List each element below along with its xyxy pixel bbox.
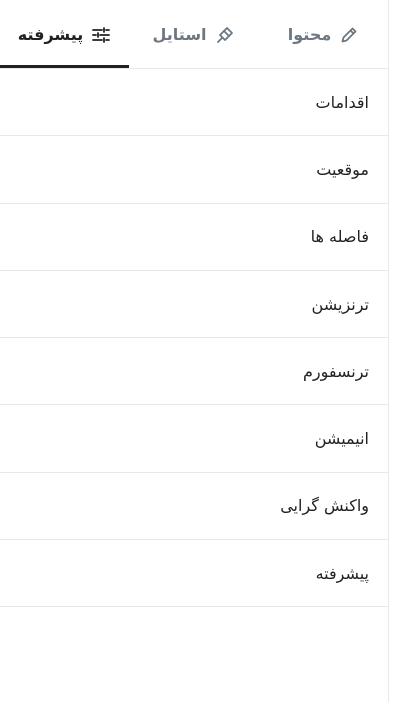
section-actions[interactable]: اقدامات (0, 69, 389, 137)
section-transition[interactable]: ترنزیشن (0, 271, 389, 339)
section-animation[interactable]: انیمیشن (0, 405, 389, 473)
section-label: فاصله ها (310, 227, 369, 247)
active-tab-indicator (0, 65, 129, 68)
section-position[interactable]: موقعیت (0, 136, 389, 204)
tab-advanced[interactable]: پیشرفته (0, 0, 129, 69)
section-label: انیمیشن (314, 429, 369, 449)
section-spacing[interactable]: فاصله ها (0, 204, 389, 271)
sliders-icon (91, 25, 111, 45)
panel-tabs: محتوا استایل پیشرفته (0, 0, 389, 69)
panel-divider (388, 0, 389, 702)
pencil-icon (339, 25, 359, 45)
section-label: واکنش گرایی (280, 496, 369, 516)
section-label: ترنسفورم (303, 361, 369, 381)
section-label: پیشرفته (315, 563, 369, 583)
section-transform[interactable]: ترنسفورم (0, 338, 389, 406)
tab-advanced-label: پیشرفته (17, 25, 84, 44)
section-label: ترنزیشن (311, 294, 369, 314)
editor-panel: محتوا استایل پیشرفته اقدامات موقعیت فاصل… (0, 0, 389, 702)
section-advanced[interactable]: پیشرفته (0, 540, 389, 608)
section-responsive[interactable]: واکنش گرایی (0, 473, 389, 541)
tab-style[interactable]: استایل (129, 0, 258, 69)
tab-content[interactable]: محتوا (258, 0, 389, 69)
section-label: اقدامات (315, 92, 369, 112)
tab-content-label: محتوا (287, 25, 332, 44)
brush-icon (215, 25, 235, 45)
section-list: اقدامات موقعیت فاصله ها ترنزیشن ترنسفورم… (0, 69, 389, 608)
section-label: موقعیت (316, 159, 369, 179)
tab-style-label: استایل (152, 25, 207, 44)
